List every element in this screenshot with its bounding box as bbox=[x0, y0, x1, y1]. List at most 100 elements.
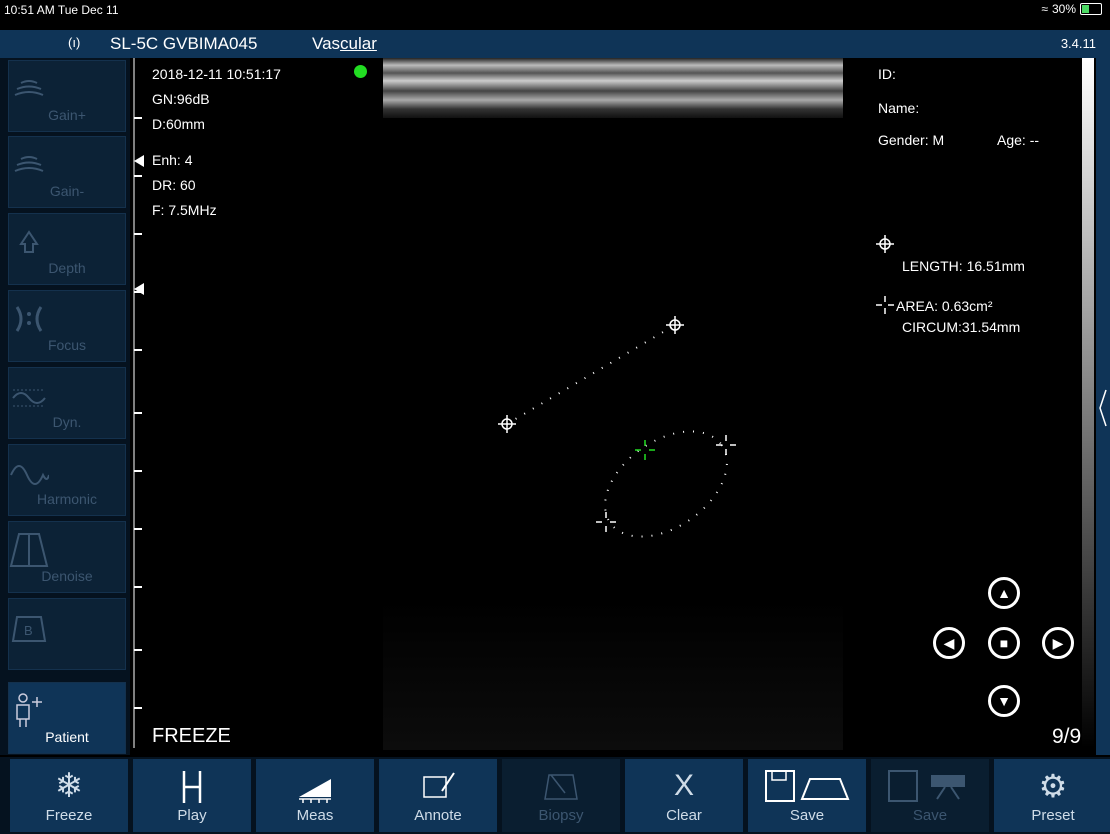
side-panel-handle[interactable] bbox=[1096, 58, 1110, 755]
arrow-down-button[interactable]: ▼ bbox=[988, 685, 1020, 717]
biopsy-icon bbox=[544, 774, 578, 800]
area-caliper-active bbox=[635, 440, 655, 460]
clear-label: Clear bbox=[666, 807, 702, 824]
grayscale-bar bbox=[1082, 58, 1094, 748]
status-time: 10:51 AM Tue Dec 11 bbox=[4, 3, 119, 17]
battery-status: ≈ 30% bbox=[1041, 2, 1102, 16]
play-icon bbox=[182, 771, 202, 803]
patient-gender: Gender: M bbox=[878, 132, 945, 148]
dynamic-range-button[interactable]: Dyn. bbox=[8, 367, 126, 439]
harmonic-label: Harmonic bbox=[37, 491, 97, 507]
gain-down-icon bbox=[14, 156, 44, 172]
area-caliper-icon bbox=[876, 296, 894, 314]
biopsy-label: Biopsy bbox=[538, 807, 584, 824]
gain-down-button[interactable]: Gain- bbox=[8, 136, 126, 208]
patient-age: Age: -- bbox=[997, 132, 1040, 148]
title-bar: (ı) SL-5C GVBIMA045 Vascular 3.4.11 bbox=[0, 30, 1110, 58]
freeze-label: Freeze bbox=[45, 807, 93, 824]
depth-button[interactable]: Depth bbox=[8, 213, 126, 285]
harmonic-button[interactable]: Harmonic bbox=[8, 444, 126, 516]
save-image-button[interactable]: Save bbox=[748, 759, 866, 832]
biopsy-button[interactable]: Biopsy bbox=[502, 759, 620, 832]
ruler-icon bbox=[299, 779, 331, 803]
focus-icon bbox=[15, 306, 43, 332]
measure-length: LENGTH: 16.51mm bbox=[902, 258, 1025, 274]
battery-percent: 30% bbox=[1051, 2, 1076, 16]
param-dynamic-range: DR: 60 bbox=[152, 177, 196, 193]
clear-icon: X bbox=[673, 769, 694, 802]
save-image-icon bbox=[765, 770, 850, 802]
gain-down-label: Gain- bbox=[49, 183, 85, 199]
measure-label: Meas bbox=[296, 807, 334, 824]
dynamic-icon bbox=[12, 389, 46, 407]
triangle-left-icon: ◀ bbox=[943, 634, 955, 651]
snowflake-icon: ❄ bbox=[54, 767, 84, 805]
length-caliper-icon bbox=[876, 235, 894, 253]
arrow-left-button[interactable]: ◀ bbox=[933, 627, 965, 659]
ultrasound-image-top bbox=[383, 58, 843, 118]
chevron-left-icon bbox=[1099, 389, 1107, 427]
clear-button[interactable]: X Clear bbox=[625, 759, 743, 832]
arrow-center-button[interactable]: ■ bbox=[988, 627, 1020, 659]
status-bar: 10:51 AM Tue Dec 11 ≈ 30% bbox=[0, 0, 1110, 20]
play-button[interactable]: Play bbox=[133, 759, 251, 832]
b-mode-icon: B bbox=[11, 616, 47, 642]
patient-name: Name: bbox=[878, 100, 920, 116]
preset-button[interactable]: ⚙ Preset bbox=[994, 759, 1110, 832]
exam-mode-prefix: Vas bbox=[312, 34, 341, 53]
save-video-icon bbox=[888, 770, 965, 802]
measure-area: AREA: 0.63cm² bbox=[896, 298, 993, 314]
live-indicator bbox=[354, 65, 367, 78]
svg-text:B: B bbox=[24, 623, 33, 638]
triangle-right-icon: ▶ bbox=[1052, 634, 1064, 651]
param-frequency: F: 7.5MHz bbox=[152, 202, 217, 218]
app-version: 3.4.11 bbox=[1060, 36, 1096, 51]
play-label: Play bbox=[177, 807, 207, 824]
arrow-up-button[interactable]: ▲ bbox=[988, 577, 1020, 609]
gain-up-button[interactable]: Gain+ bbox=[8, 60, 126, 132]
exam-mode-suffix: cular bbox=[340, 34, 377, 53]
save-image-label: Save bbox=[789, 807, 825, 824]
param-gain: GN:96dB bbox=[152, 91, 210, 107]
wifi-icon: ≈ bbox=[1041, 2, 1048, 16]
patient-id: ID: bbox=[878, 66, 896, 82]
arrow-right-button[interactable]: ▶ bbox=[1042, 627, 1074, 659]
gain-up-icon bbox=[14, 80, 44, 96]
denoise-label: Denoise bbox=[41, 568, 93, 584]
param-enhance: Enh: 4 bbox=[152, 152, 193, 168]
param-depth: D:60mm bbox=[152, 116, 205, 132]
patient-label: Patient bbox=[45, 729, 89, 745]
preset-label: Preset bbox=[1031, 807, 1075, 824]
triangle-up-icon: ▲ bbox=[997, 585, 1011, 601]
depth-label: Depth bbox=[48, 260, 86, 276]
triangle-down-icon: ▼ bbox=[997, 693, 1011, 709]
patient-button[interactable]: Patient bbox=[8, 682, 126, 754]
denoise-icon bbox=[9, 533, 49, 567]
param-datetime: 2018-12-11 10:51:17 bbox=[152, 66, 281, 82]
focus-markers bbox=[134, 155, 144, 295]
b-mode-button[interactable]: B bbox=[8, 598, 126, 670]
area-caliper-2 bbox=[596, 512, 616, 532]
save-video-button[interactable]: Save bbox=[871, 759, 989, 832]
frame-counter: 9/9 bbox=[1052, 725, 1082, 748]
signal-icon: (ı) bbox=[68, 35, 81, 50]
save-video-label: Save bbox=[912, 807, 948, 824]
probe-name: SL-5C GVBIMA045 bbox=[110, 34, 258, 53]
exam-mode[interactable]: Vascular bbox=[312, 34, 377, 54]
left-toolbar: Gain+ Gain- Depth Focus Dyn. Harmonic De… bbox=[0, 58, 130, 755]
measure-button[interactable]: Meas bbox=[256, 759, 374, 832]
bottom-toolbar: ❄ Freeze Play Meas Annote Biopsy X Clear… bbox=[0, 757, 1110, 834]
battery-icon bbox=[1080, 3, 1102, 15]
freeze-button[interactable]: ❄ Freeze bbox=[10, 759, 128, 832]
denoise-button[interactable]: Denoise bbox=[8, 521, 126, 593]
patient-icon bbox=[16, 693, 42, 727]
annotate-icon bbox=[423, 772, 455, 798]
depth-icon bbox=[19, 230, 39, 253]
harmonic-icon bbox=[10, 465, 49, 485]
focus-label: Focus bbox=[47, 337, 87, 353]
measurement-overlay bbox=[498, 316, 736, 538]
gear-icon: ⚙ bbox=[1038, 768, 1068, 804]
annotate-button[interactable]: Annote bbox=[379, 759, 497, 832]
area-caliper-1 bbox=[716, 435, 736, 455]
focus-button[interactable]: Focus bbox=[8, 290, 126, 362]
